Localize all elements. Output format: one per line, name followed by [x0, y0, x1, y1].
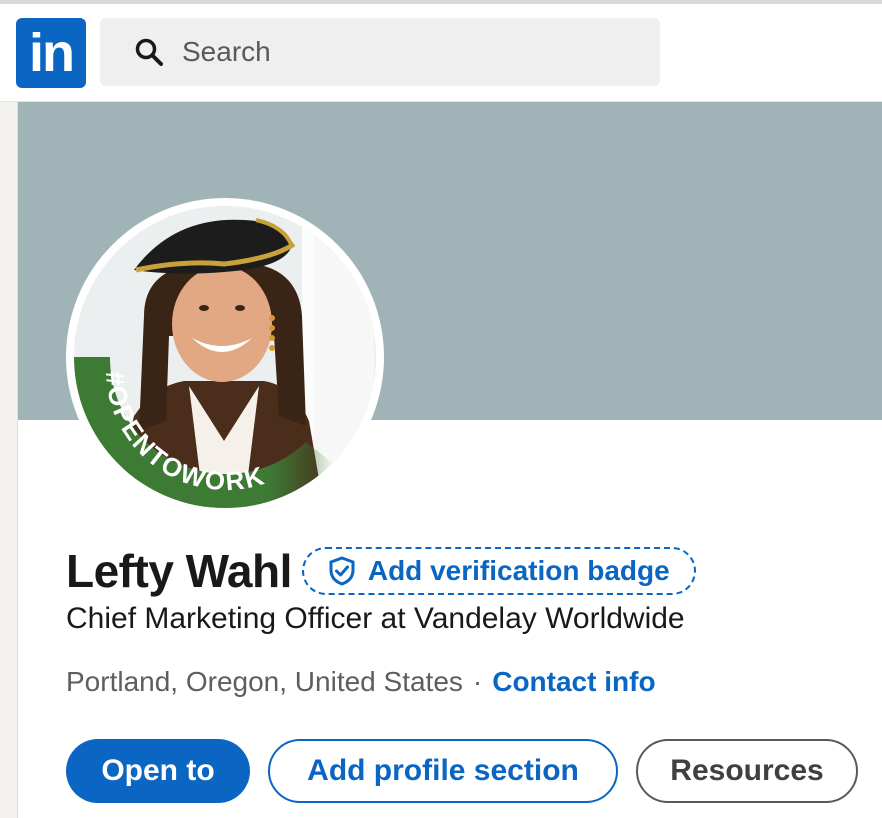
profile-avatar[interactable]: #OPENTOWORK — [66, 198, 384, 516]
profile-location: Portland, Oregon, United States — [66, 666, 463, 697]
add-verification-badge-button[interactable]: Add verification badge — [301, 547, 696, 595]
linkedin-logo[interactable]: in — [16, 18, 86, 88]
add-profile-section-button[interactable]: Add profile section — [268, 739, 618, 803]
profile-headline: Chief Marketing Officer at Vandelay Worl… — [66, 602, 685, 635]
contact-info-link[interactable]: Contact info — [492, 666, 655, 698]
resources-button[interactable]: Resources — [636, 739, 858, 803]
search-input[interactable]: Search — [182, 36, 271, 68]
profile-card: #OPENTOWORK Lefty Wahl Add verification … — [18, 102, 882, 818]
separator-dot: · — [472, 666, 483, 697]
profile-name: Lefty Wahl — [66, 545, 292, 597]
search-icon — [135, 38, 163, 66]
search-bar[interactable]: Search — [100, 18, 660, 86]
page-left-gutter — [0, 102, 18, 818]
avatar-photo: #OPENTOWORK — [74, 206, 376, 508]
open-to-button[interactable]: Open to — [66, 739, 250, 803]
shield-check-icon — [329, 556, 355, 586]
location-row: Portland, Oregon, United States · Contac… — [66, 666, 656, 698]
profile-actions: Open to Add profile section Resources — [66, 739, 876, 803]
name-row: Lefty Wahl Add verification badge — [66, 544, 696, 598]
verification-label: Add verification badge — [367, 555, 670, 586]
top-nav-bar: in Search — [0, 0, 882, 102]
